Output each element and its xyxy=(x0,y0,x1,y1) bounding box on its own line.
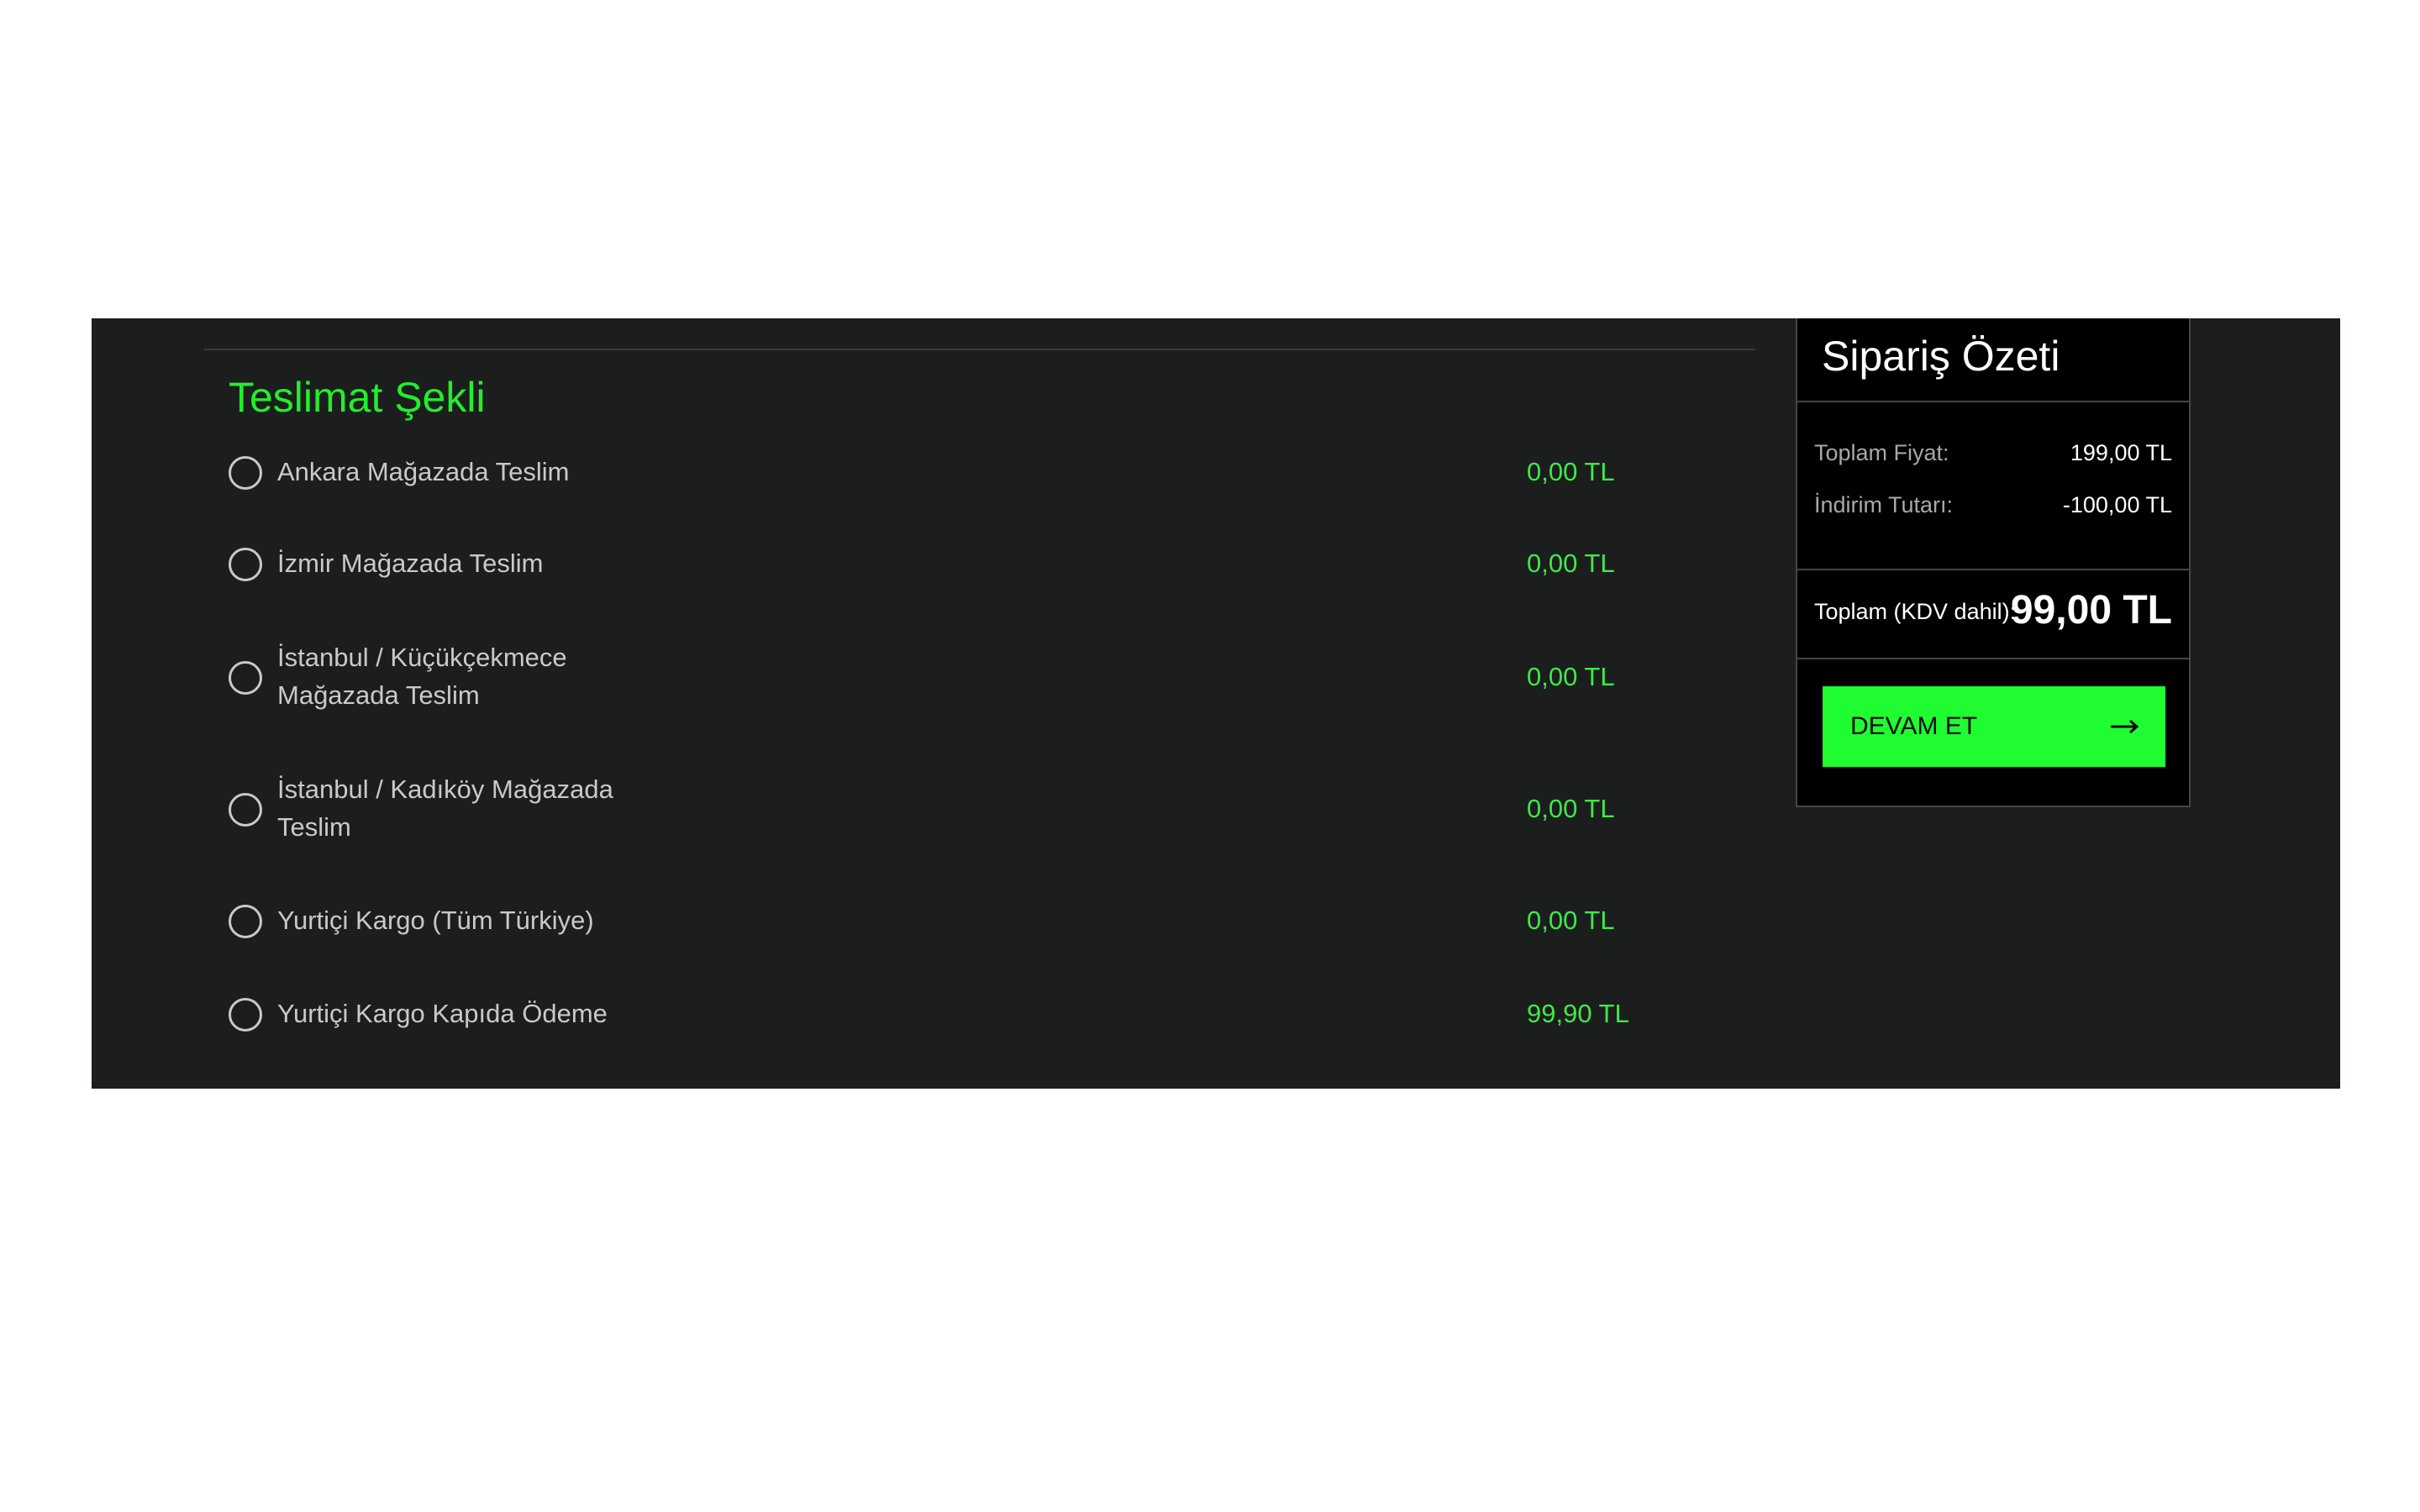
option-price: 0,00 TL xyxy=(1527,549,1615,578)
option-label: Ankara Mağazada Teslim xyxy=(277,457,570,486)
continue-button[interactable]: DEVAM ET xyxy=(1823,686,2165,767)
option-label: Yurtiçi Kargo Kapıda Ödeme xyxy=(277,999,608,1028)
discount-value: -100,00 TL xyxy=(2062,492,2172,517)
section-divider xyxy=(204,349,1755,350)
summary-title: Sipariş Özeti xyxy=(1822,333,2060,380)
total-label: Toplam (KDV dahil): xyxy=(1814,599,2017,624)
subtotal-value: 199,00 TL xyxy=(2070,440,2172,465)
option-price: 0,00 TL xyxy=(1527,662,1615,691)
option-label: İstanbul / Küçükçekmece Mağazada Teslim xyxy=(277,643,567,710)
discount-row: İndirim Tutarı: -100,00 TL xyxy=(1814,488,2172,522)
option-price: 99,90 TL xyxy=(1527,999,1629,1028)
radio-unchecked-icon[interactable] xyxy=(229,998,262,1032)
option-price: 0,00 TL xyxy=(1527,794,1615,823)
total-value: 99,00 TL xyxy=(2010,588,2172,633)
radio-unchecked-icon[interactable] xyxy=(229,905,262,938)
radio-unchecked-icon[interactable] xyxy=(229,793,262,827)
option-price: 0,00 TL xyxy=(1527,457,1615,486)
summary-divider xyxy=(1797,658,2189,659)
arrow-right-icon xyxy=(2111,719,2139,734)
summary-divider xyxy=(1797,569,2189,570)
radio-unchecked-icon[interactable] xyxy=(229,548,262,581)
summary-divider xyxy=(1797,401,2189,402)
section-title: Teslimat Şekli xyxy=(229,374,486,421)
option-label: İstanbul / Kadıköy Mağazada Teslim xyxy=(277,774,613,842)
option-label: Yurtiçi Kargo (Tüm Türkiye) xyxy=(277,906,594,935)
option-label: İzmir Mağazada Teslim xyxy=(277,549,544,578)
discount-label: İndirim Tutarı: xyxy=(1814,492,1954,517)
radio-unchecked-icon[interactable] xyxy=(229,661,262,695)
radio-unchecked-icon[interactable] xyxy=(229,456,262,490)
subtotal-label: Toplam Fiyat: xyxy=(1814,440,1949,465)
order-summary: Sipariş Özeti Toplam Fiyat: 199,00 TL İn… xyxy=(1796,318,2191,807)
continue-label: DEVAM ET xyxy=(1850,712,1978,740)
option-price: 0,00 TL xyxy=(1527,906,1615,935)
subtotal-row: Toplam Fiyat: 199,00 TL xyxy=(1814,436,2172,470)
